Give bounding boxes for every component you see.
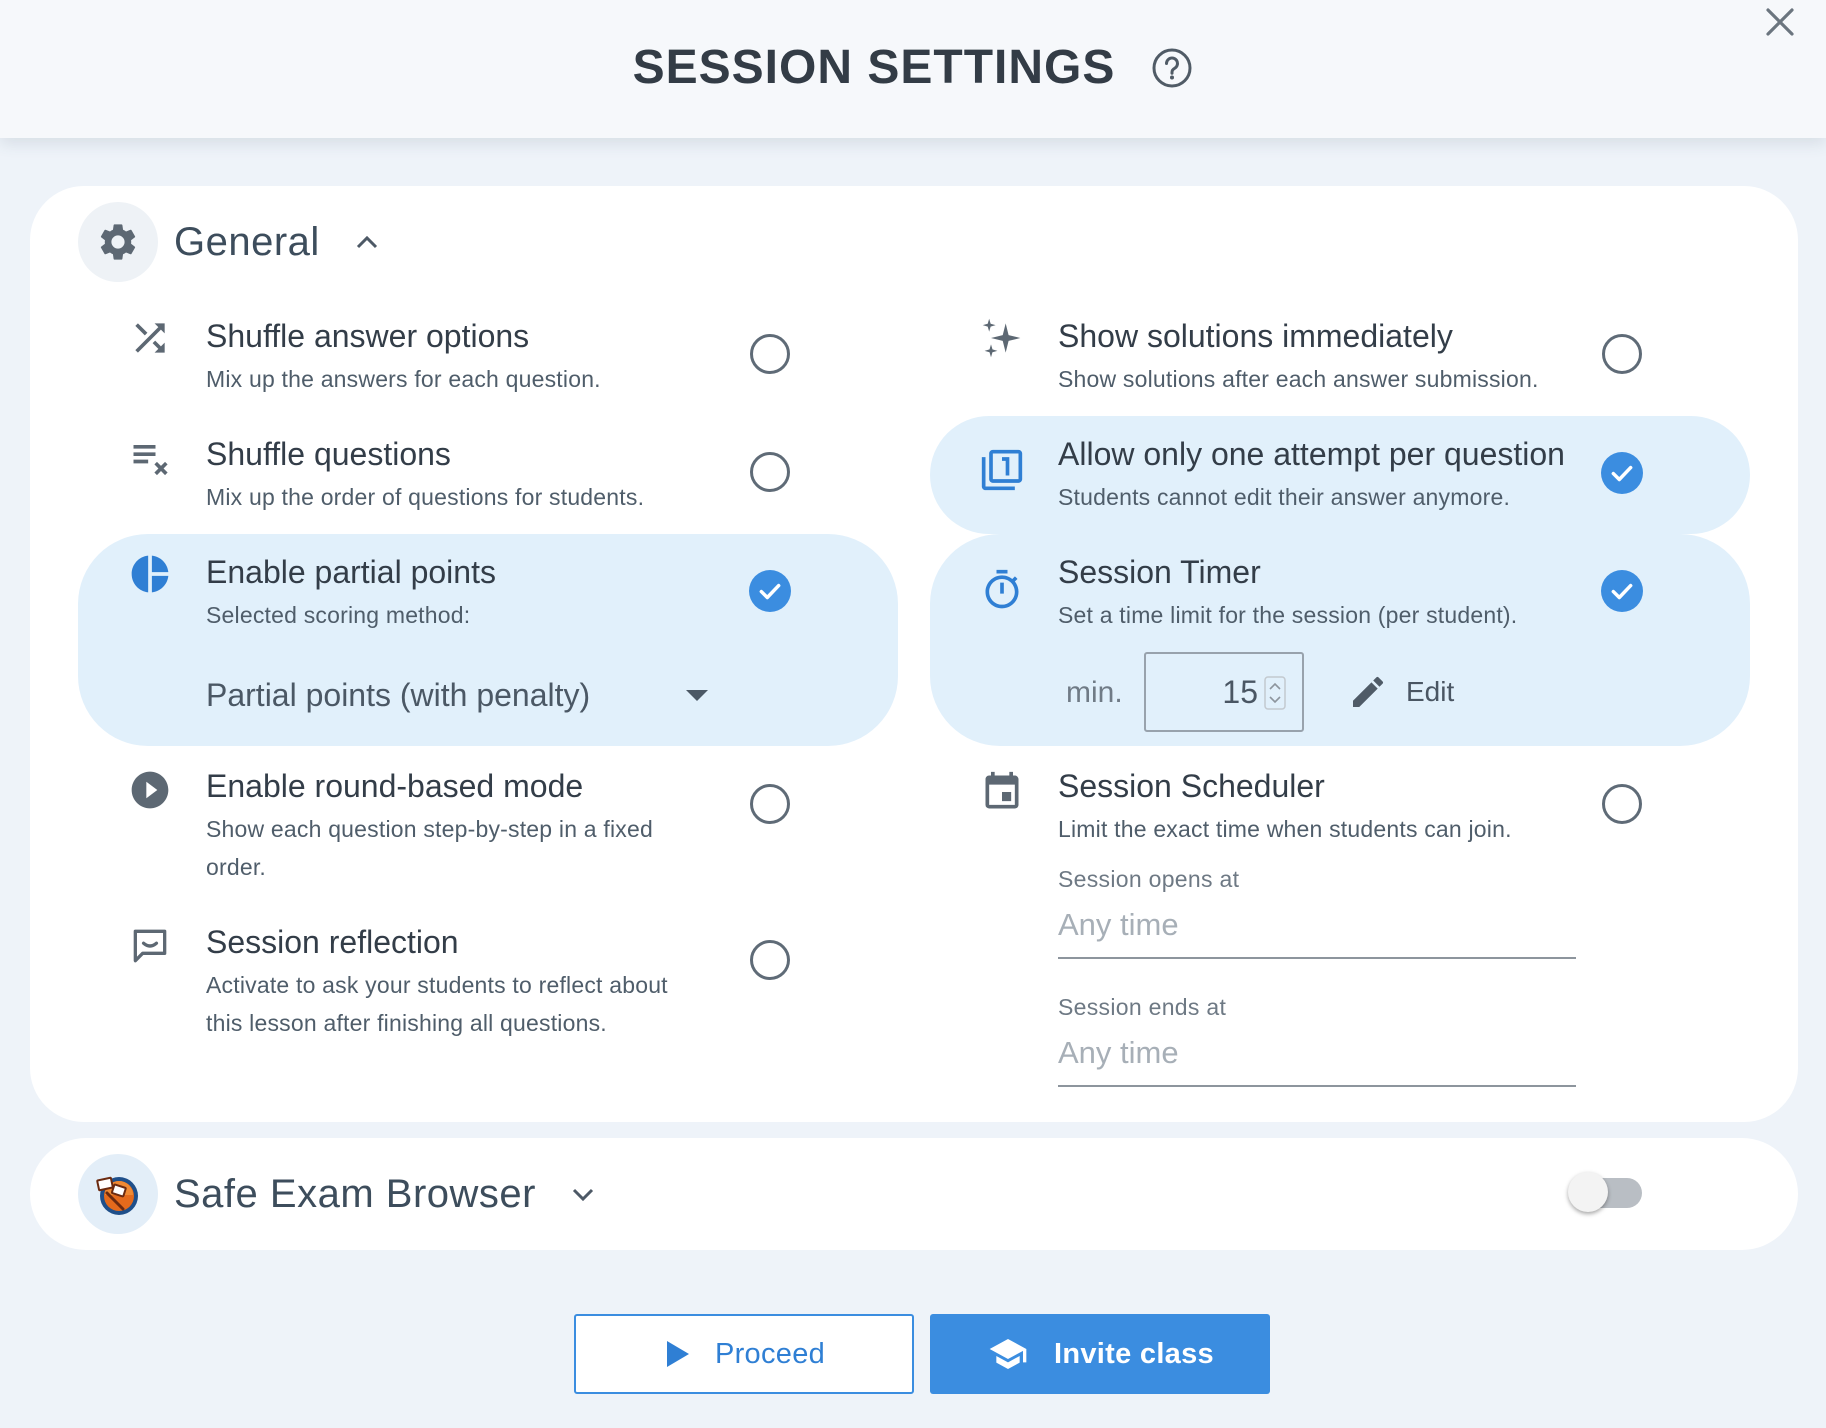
section-icon-wrap — [78, 202, 158, 282]
option-label: Enable partial points — [206, 554, 496, 590]
play-circle-icon — [131, 771, 169, 809]
pencil-icon — [1353, 676, 1384, 707]
playlist-remove-icon — [133, 445, 168, 476]
number-spinner-icon[interactable] — [1264, 676, 1286, 710]
round-mode-radio[interactable] — [750, 784, 790, 824]
chevron-up-icon[interactable] — [352, 227, 382, 257]
timer-minutes-value: 15 — [1222, 674, 1258, 710]
shuffle-questions-radio[interactable] — [750, 452, 790, 492]
gear-icon — [100, 224, 136, 260]
section-title: General — [174, 219, 320, 264]
shuffle-answers-radio[interactable] — [750, 334, 790, 374]
option-label: Allow only one attempt per question — [1058, 436, 1565, 472]
calendar-icon — [985, 771, 1019, 809]
sparkles-icon — [982, 318, 1021, 358]
scheduler-radio[interactable] — [1602, 784, 1642, 824]
session-opens-input[interactable]: Any time — [1058, 907, 1576, 959]
option-description: Selected scoring method: — [206, 602, 471, 628]
timer-minutes-input[interactable]: 15 — [1144, 652, 1304, 732]
option-label: Show solutions immediately — [1058, 318, 1453, 354]
proceed-label: Proceed — [714, 1337, 826, 1370]
invite-class-button[interactable]: Invite class — [930, 1314, 1270, 1394]
filter-1-icon — [981, 449, 1023, 491]
timer-highlight — [930, 534, 1750, 746]
option-description: Limit the exact time when students can j… — [1058, 816, 1512, 842]
seb-section-header[interactable]: Safe Exam Browser — [78, 1154, 598, 1234]
option-label: Shuffle answer options — [206, 318, 530, 354]
pie-chart-icon — [131, 555, 169, 593]
general-section: General Shuffle answer options Mix up th… — [30, 186, 1798, 1122]
show-solutions-radio[interactable] — [1602, 334, 1642, 374]
general-section-header[interactable]: General — [78, 202, 382, 282]
chevron-down-icon[interactable] — [568, 1179, 598, 1209]
timer-edit-button[interactable]: Edit — [1348, 672, 1454, 712]
session-opens-field[interactable]: Session opens at Any time — [1058, 866, 1576, 959]
invite-label: Invite class — [1054, 1337, 1214, 1370]
graduation-cap-icon — [989, 1339, 1027, 1369]
option-description-line2: this lesson after finishing all question… — [206, 1010, 607, 1036]
timer-check[interactable] — [1601, 570, 1643, 612]
one-attempt-check[interactable] — [1601, 452, 1643, 494]
scoring-method-select[interactable]: Partial points (with penalty) — [206, 670, 712, 720]
toggle-knob — [1568, 1172, 1608, 1212]
option-description: Show solutions after each answer submiss… — [1058, 366, 1539, 392]
reflection-radio[interactable] — [750, 940, 790, 980]
safe-exam-browser-section: Safe Exam Browser — [30, 1138, 1798, 1250]
help-circle-icon[interactable] — [1151, 47, 1193, 89]
check-icon — [1611, 583, 1633, 600]
option-description: Mix up the answers for each question. — [206, 366, 601, 392]
timer-unit-label: min. — [1066, 676, 1123, 709]
scoring-method-value: Partial points (with penalty) — [206, 676, 591, 713]
caret-down-icon — [686, 690, 708, 701]
session-ends-input[interactable]: Any time — [1058, 1035, 1576, 1087]
seb-toggle[interactable] — [1568, 1172, 1642, 1212]
option-label: Session Scheduler — [1058, 768, 1325, 804]
shuffle-icon — [135, 323, 165, 353]
close-icon[interactable] — [1760, 2, 1800, 42]
timer-icon — [985, 569, 1019, 609]
option-description: Mix up the order of questions for studen… — [206, 484, 645, 510]
session-ends-label: Session ends at — [1058, 994, 1227, 1020]
dialog-footer: Proceed Invite class — [0, 1282, 1826, 1428]
check-icon — [1611, 465, 1633, 482]
session-opens-label: Session opens at — [1058, 866, 1240, 892]
safe-exam-browser-logo — [96, 1176, 138, 1215]
edit-label: Edit — [1406, 676, 1455, 707]
option-label: Shuffle questions — [206, 436, 451, 472]
partial-points-check[interactable] — [749, 570, 791, 612]
proceed-button[interactable]: Proceed — [574, 1314, 914, 1394]
comment-icon — [133, 929, 167, 963]
play-icon — [666, 1341, 689, 1367]
check-icon — [759, 583, 781, 600]
option-description-line1: Activate to ask your students to reflect… — [206, 972, 668, 998]
option-label: Enable round-based mode — [206, 768, 584, 804]
session-ends-field[interactable]: Session ends at Any time — [1058, 994, 1576, 1087]
option-label: Session reflection — [206, 924, 459, 960]
page-title: SESSION SETTINGS — [632, 41, 1116, 94]
dialog-header: SESSION SETTINGS — [0, 0, 1826, 138]
option-description: Students cannot edit their answer anymor… — [1058, 484, 1511, 510]
option-description-line1: Show each question step-by-step in a fix… — [206, 816, 653, 842]
option-description: Set a time limit for the session (per st… — [1058, 602, 1518, 628]
option-description-line2: order. — [206, 854, 267, 880]
section-icon-wrap — [78, 1154, 158, 1234]
option-label: Session Timer — [1058, 554, 1261, 590]
section-title: Safe Exam Browser — [174, 1171, 536, 1216]
